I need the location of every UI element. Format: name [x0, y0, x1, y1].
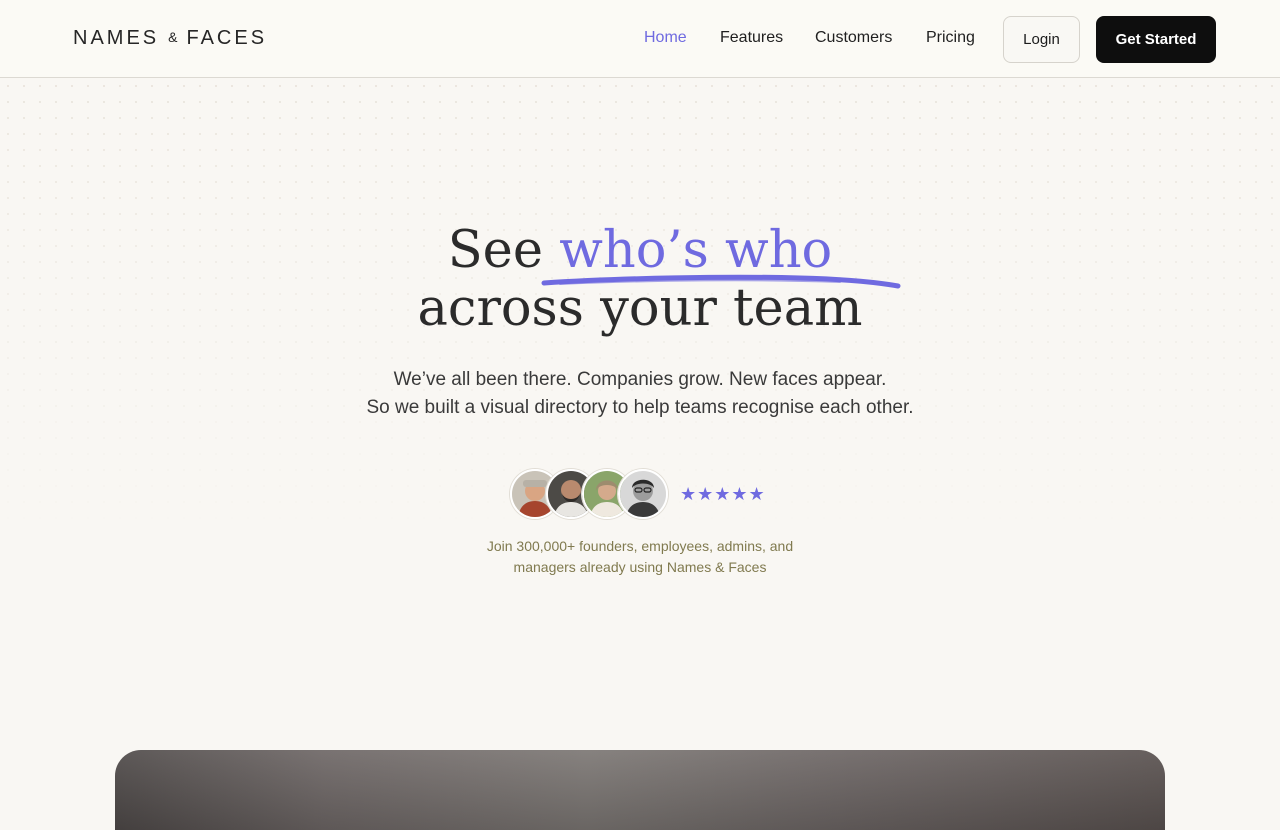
avatar: [618, 469, 668, 519]
hero-subtitle-line-1: We’ve all been there. Companies grow. Ne…: [393, 369, 887, 390]
hero-subtitle: We’ve all been there. Companies grow. Ne…: [0, 366, 1280, 422]
product-video-preview[interactable]: [115, 750, 1165, 830]
social-proof-line-1: Join 300,000+ founders, employees, admin…: [486, 538, 794, 554]
brush-underline-icon: [541, 274, 901, 289]
brand-name-ampersand: &: [168, 29, 178, 45]
hero-subtitle-line-2: So we built a visual directory to help t…: [366, 397, 914, 418]
rating-stars-icon: ★★★★★: [680, 484, 766, 504]
brand-name-left: NAMES: [73, 27, 160, 49]
nav-link-features[interactable]: Features: [720, 29, 783, 47]
login-button[interactable]: Login: [1003, 16, 1080, 63]
get-started-button[interactable]: Get Started: [1096, 16, 1216, 63]
social-proof-text: Join 300,000+ founders, employees, admin…: [0, 536, 1280, 578]
nav-link-pricing[interactable]: Pricing: [926, 29, 975, 47]
brand-name-right: FACES: [186, 27, 268, 49]
nav-link-home[interactable]: Home: [644, 29, 687, 47]
nav-link-customers[interactable]: Customers: [815, 29, 892, 47]
top-navigation-bar: NAMES & FACES Home Features Customers Pric…: [0, 0, 1280, 78]
social-proof-line-2: managers already using Names & Faces: [513, 559, 767, 575]
brand-logo[interactable]: NAMES & FACES: [73, 27, 267, 50]
customer-avatars: [510, 469, 670, 519]
